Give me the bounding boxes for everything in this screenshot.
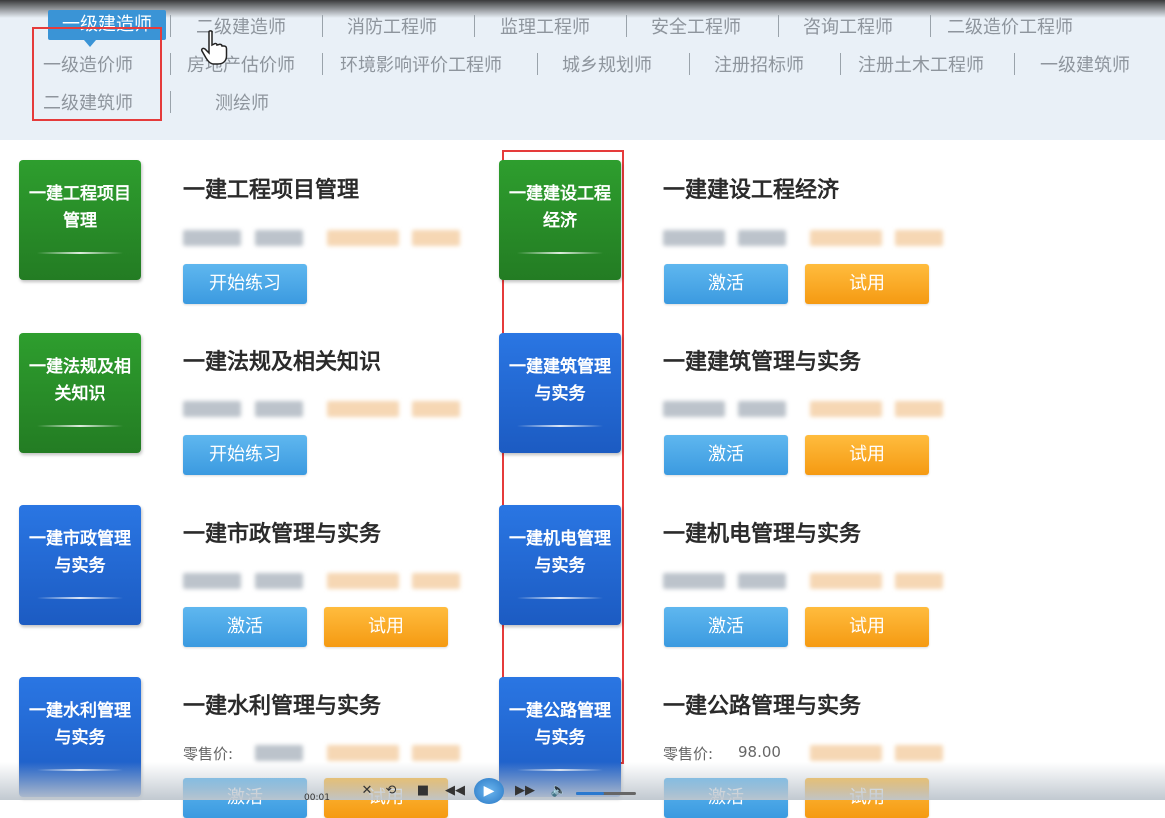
course-tile-xiangmu[interactable]: 一建工程项目管理 [19,160,141,280]
volume-icon[interactable]: 🔈 [548,782,570,800]
blurred-price [327,401,399,417]
close-icon[interactable]: ✕ [356,782,378,800]
nav-tumu[interactable]: 注册土木工程师 [858,51,984,77]
nav-zixun[interactable]: 咨询工程师 [803,13,893,39]
blurred-price [738,401,786,417]
blurred-price [738,230,786,246]
blurred-price [255,745,303,761]
blurred-price [810,745,882,761]
nav-divider [170,53,171,75]
nav-divider [537,53,538,75]
blurred-price [663,401,725,417]
nav-zhaobiao[interactable]: 注册招标师 [714,51,804,77]
nav-divider [474,15,475,37]
activate-button[interactable]: 激活 [664,607,788,647]
trial-button[interactable]: 试用 [805,435,929,475]
blurred-price [412,401,460,417]
start-practice-button[interactable]: 开始练习 [183,435,307,475]
nav-divider [322,53,323,75]
blurred-price [810,573,882,589]
blurred-price [183,230,241,246]
nav-xiaofang[interactable]: 消防工程师 [347,13,437,39]
blurred-price [327,573,399,589]
nav-divider [689,53,690,75]
nav-divider [930,15,931,37]
trial-button[interactable]: 试用 [324,607,448,647]
restore-icon[interactable]: ⟲ [380,782,402,800]
price-label: 零售价: [183,745,234,763]
blurred-price [255,573,303,589]
nav-chengxiang[interactable]: 城乡规划师 [562,51,652,77]
blurred-price [327,745,399,761]
blurred-price [255,230,303,246]
blurred-price [895,573,943,589]
trial-button[interactable]: 试用 [805,607,929,647]
price-value: 98.00 [738,743,781,761]
blurred-price [327,230,399,246]
course-title[interactable]: 一建建筑管理与实务 [663,344,861,376]
start-practice-button[interactable]: 开始练习 [183,264,307,304]
blurred-price [183,573,241,589]
nav-huanping[interactable]: 环境影响评价工程师 [340,51,502,77]
course-tile-shizheng[interactable]: 一建市政管理与实务 [19,505,141,625]
blurred-price [810,230,882,246]
nav-erzao[interactable]: 二级造价工程师 [947,13,1073,39]
stop-icon[interactable]: ■ [412,782,434,800]
nav-divider [322,15,323,37]
blurred-price [663,230,725,246]
course-title[interactable]: 一建公路管理与实务 [663,688,861,720]
course-tile-jidian[interactable]: 一建机电管理与实务 [499,505,621,625]
volume-level [576,792,604,795]
nav-anquan[interactable]: 安全工程师 [651,13,741,39]
blurred-price [738,573,786,589]
nav-cehui[interactable]: 测绘师 [215,89,269,115]
nav-divider [170,15,171,37]
blurred-price [183,401,241,417]
course-title[interactable]: 一建市政管理与实务 [183,516,381,548]
blurred-price [412,573,460,589]
hand-cursor-icon [201,30,228,65]
nav-jianli[interactable]: 监理工程师 [500,13,590,39]
blurred-price [255,401,303,417]
activate-button[interactable]: 激活 [664,264,788,304]
nav-divider [840,53,841,75]
next-icon[interactable]: ▶▶ [514,782,536,800]
course-tile-jianzhu[interactable]: 一建建筑管理与实务 [499,333,621,453]
blurred-price [412,230,460,246]
nav-divider [1014,53,1015,75]
course-title[interactable]: 一建建设工程经济 [663,172,839,204]
nav-divider [778,15,779,37]
blurred-price [895,401,943,417]
course-title[interactable]: 一建机电管理与实务 [663,516,861,548]
price-label: 零售价: [663,745,714,763]
blurred-price [895,230,943,246]
blurred-price [663,573,725,589]
blurred-price [895,745,943,761]
course-title[interactable]: 一建水利管理与实务 [183,688,381,720]
highlight-box-nav [32,27,162,121]
course-title[interactable]: 一建工程项目管理 [183,172,359,204]
nav-divider [170,91,171,113]
nav-yijianzhu[interactable]: 一级建筑师 [1040,51,1130,77]
course-title[interactable]: 一建法规及相关知识 [183,344,381,376]
play-icon[interactable]: ▶ [474,778,504,804]
nav-divider [626,15,627,37]
activate-button[interactable]: 激活 [664,435,788,475]
course-tile-fagui[interactable]: 一建法规及相关知识 [19,333,141,453]
trial-button[interactable]: 试用 [805,264,929,304]
player-time: 00:01 [304,793,330,803]
course-tile-jingji[interactable]: 一建建设工程经济 [499,160,621,280]
blurred-price [810,401,882,417]
blurred-price [412,745,460,761]
activate-button[interactable]: 激活 [183,607,307,647]
previous-icon[interactable]: ◀◀ [444,782,466,800]
